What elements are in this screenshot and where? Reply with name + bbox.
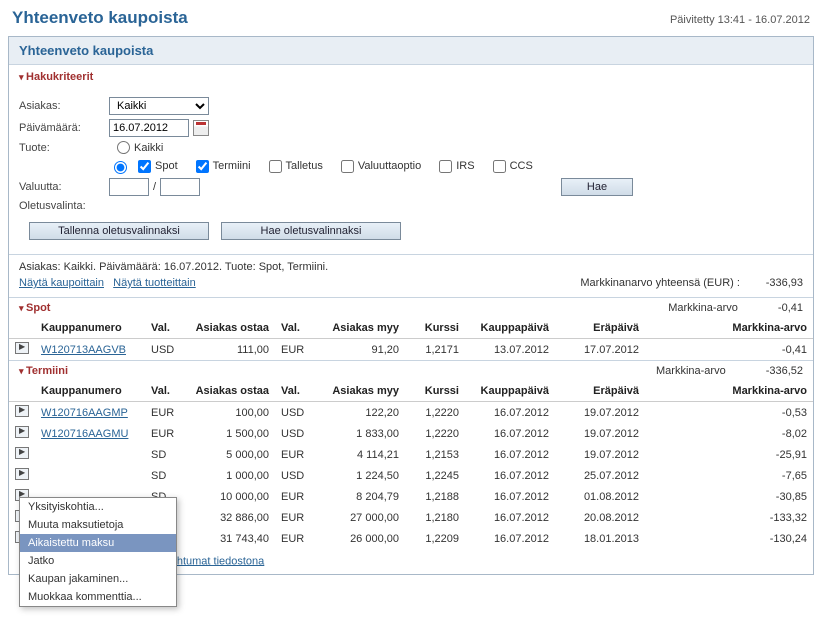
fxopt-label: Valuuttaoptio bbox=[358, 160, 421, 172]
context-menu-item[interactable]: Aikaistettu maksu bbox=[20, 534, 176, 552]
col-ccy2: Val. bbox=[275, 318, 315, 339]
main-panel: Yhteenveto kaupoista Hakukriteerit Asiak… bbox=[8, 36, 814, 575]
col-mv: Markkina-arvo bbox=[645, 318, 813, 339]
currency2-input[interactable] bbox=[160, 178, 200, 196]
updated-timestamp: Päivitetty 13:41 - 16.07.2012 bbox=[670, 14, 810, 26]
context-menu[interactable]: Yksityiskohtia...Muuta maksutietojaAikai… bbox=[19, 497, 177, 607]
spot-mv-label: Markkina-arvo bbox=[668, 302, 738, 314]
row-expand-icon[interactable] bbox=[15, 447, 29, 459]
product-all-label: Kaikki bbox=[134, 142, 163, 154]
ccs-checkbox[interactable] bbox=[493, 160, 506, 173]
load-defaults-button[interactable]: Hae oletusvalinnaksi bbox=[221, 222, 401, 240]
product-some-radio[interactable] bbox=[114, 161, 127, 174]
page-title: Yhteenveto kaupoista bbox=[12, 8, 188, 28]
term-mv-label: Markkina-arvo bbox=[656, 365, 726, 377]
context-menu-item[interactable]: Yksityiskohtia... bbox=[20, 498, 176, 516]
date-input[interactable] bbox=[109, 119, 189, 137]
row-expand-icon[interactable] bbox=[15, 468, 29, 480]
col-buys: Asiakas ostaa bbox=[185, 318, 275, 339]
show-by-product-link[interactable]: Näytä tuotteittain bbox=[113, 277, 196, 289]
context-menu-item[interactable]: Kaupan jakaminen... bbox=[20, 570, 176, 588]
deposit-checkbox[interactable] bbox=[269, 160, 282, 173]
col-rate: Kurssi bbox=[405, 318, 465, 339]
currency-separator: / bbox=[149, 181, 160, 193]
currency1-input[interactable] bbox=[109, 178, 149, 196]
mv-total-value: -336,93 bbox=[743, 277, 803, 289]
summary-text: Asiakas: Kaikki. Päivämäärä: 16.07.2012.… bbox=[9, 255, 813, 275]
customer-label: Asiakas: bbox=[19, 100, 109, 112]
table-row: W120716AAGMPEUR100,00USD122,201,222016.0… bbox=[9, 402, 813, 424]
col-ccy1: Val. bbox=[145, 318, 185, 339]
row-expand-icon[interactable] bbox=[15, 426, 29, 438]
currency-label: Valuutta: bbox=[19, 181, 109, 193]
show-by-trade-link[interactable]: Näytä kaupoittain bbox=[19, 277, 104, 289]
context-menu-item[interactable]: Jatko bbox=[20, 552, 176, 570]
context-menu-item[interactable]: Muuta maksutietoja bbox=[20, 516, 176, 534]
term-label: Termiini bbox=[213, 160, 251, 172]
date-label: Päivämäärä: bbox=[19, 122, 109, 134]
trade-link[interactable]: W120716AAGMU bbox=[41, 428, 128, 440]
trade-link[interactable]: W120716AAGMP bbox=[41, 407, 128, 419]
spot-label: Spot bbox=[155, 160, 178, 172]
product-label: Tuote: bbox=[19, 142, 109, 154]
spot-mv-value: -0,41 bbox=[778, 302, 803, 314]
table-row: SD1 000,00USD1 224,501,224516.07.201225.… bbox=[9, 465, 813, 486]
col-sells: Asiakas myy bbox=[315, 318, 405, 339]
spot-section-header[interactable]: Spot Markkina-arvo -0,41 bbox=[9, 297, 813, 318]
calendar-icon[interactable] bbox=[193, 120, 209, 136]
term-section-name: Termiini bbox=[19, 365, 68, 377]
product-all-radio[interactable] bbox=[117, 141, 130, 154]
spot-table: Kauppanumero Val. Asiakas ostaa Val. Asi… bbox=[9, 318, 813, 360]
irs-label: IRS bbox=[456, 160, 474, 172]
col-tradeno: Kauppanumero bbox=[35, 318, 145, 339]
search-button[interactable]: Hae bbox=[561, 178, 633, 196]
ccs-label: CCS bbox=[510, 160, 533, 172]
col-tradedate: Kauppapäivä bbox=[465, 318, 555, 339]
panel-title: Yhteenveto kaupoista bbox=[9, 37, 813, 65]
criteria-form: Asiakas: Kaikki Päivämäärä: Tuote: Kaikk… bbox=[9, 89, 813, 254]
col-valuedate: Eräpäivä bbox=[555, 318, 645, 339]
criteria-toggle[interactable]: Hakukriteerit bbox=[9, 65, 813, 89]
row-expand-icon[interactable] bbox=[15, 342, 29, 354]
term-mv-value: -336,52 bbox=[766, 365, 803, 377]
term-checkbox[interactable] bbox=[196, 160, 209, 173]
spot-checkbox[interactable] bbox=[138, 160, 151, 173]
defaults-label: Oletusvalinta: bbox=[19, 200, 109, 212]
table-row: W120713AAGVBUSD111,00EUR91,201,217113.07… bbox=[9, 339, 813, 361]
context-menu-item[interactable]: Muokkaa kommenttia... bbox=[20, 588, 176, 606]
save-defaults-button[interactable]: Tallenna oletusvalinnaksi bbox=[29, 222, 209, 240]
fxopt-checkbox[interactable] bbox=[341, 160, 354, 173]
irs-checkbox[interactable] bbox=[439, 160, 452, 173]
customer-select[interactable]: Kaikki bbox=[109, 97, 209, 115]
spot-section-name: Spot bbox=[19, 302, 50, 314]
table-row: W120716AAGMUEUR1 500,00USD1 833,001,2220… bbox=[9, 423, 813, 444]
table-row: SD5 000,00EUR4 114,211,215316.07.201219.… bbox=[9, 444, 813, 465]
mv-total-label: Markkinanarvo yhteensä (EUR) : bbox=[580, 277, 740, 289]
term-section-header[interactable]: Termiini Markkina-arvo -336,52 bbox=[9, 360, 813, 381]
deposit-label: Talletus bbox=[286, 160, 323, 172]
row-expand-icon[interactable] bbox=[15, 405, 29, 417]
trade-link[interactable]: W120713AAGVB bbox=[41, 344, 126, 356]
